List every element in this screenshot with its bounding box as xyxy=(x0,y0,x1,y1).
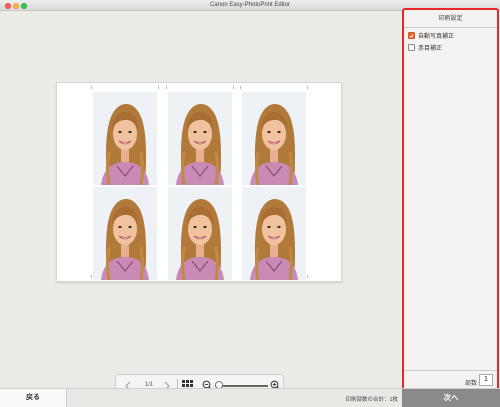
print-settings-panel: 印刷設定 自動写真補正 赤目補正 部数 1 xyxy=(402,8,499,391)
crop-mark xyxy=(158,86,159,89)
id-photo-2[interactable] xyxy=(168,92,232,185)
total-copies-text: 印刷部数の合計：1枚 xyxy=(345,397,398,403)
print-paper-preview xyxy=(56,82,342,282)
id-photo-4[interactable] xyxy=(93,187,157,280)
auto-photo-fix-checkbox[interactable] xyxy=(408,32,415,39)
crop-mark xyxy=(307,275,308,278)
panel-title: 印刷設定 xyxy=(404,10,497,28)
crop-mark xyxy=(91,275,92,278)
copies-section: 部数 1 xyxy=(404,370,497,389)
auto-photo-fix-option[interactable]: 自動写真補正 xyxy=(408,31,454,40)
next-button[interactable]: 次へ xyxy=(402,389,500,407)
bottom-bar: 戻る 印刷部数の合計：1枚 次へ xyxy=(0,388,500,407)
preview-canvas: 1/1 xyxy=(0,11,402,396)
red-eye-correction-label: 赤目補正 xyxy=(418,46,443,52)
crop-mark xyxy=(91,86,92,89)
copies-label: 部数 xyxy=(464,381,477,387)
crop-mark xyxy=(166,86,167,89)
id-photo-5[interactable] xyxy=(168,187,232,280)
copies-input[interactable]: 1 xyxy=(479,374,493,386)
red-eye-correction-option[interactable]: 赤目補正 xyxy=(408,43,442,52)
auto-photo-fix-label: 自動写真補正 xyxy=(418,34,455,40)
id-photo-6[interactable] xyxy=(242,187,306,280)
crop-mark xyxy=(240,86,241,89)
back-button[interactable]: 戻る xyxy=(0,389,67,407)
id-photo-1[interactable] xyxy=(93,92,157,185)
crop-mark xyxy=(307,86,308,89)
crop-mark xyxy=(233,86,234,89)
red-eye-correction-checkbox[interactable] xyxy=(408,44,415,51)
id-photo-3[interactable] xyxy=(242,92,306,185)
